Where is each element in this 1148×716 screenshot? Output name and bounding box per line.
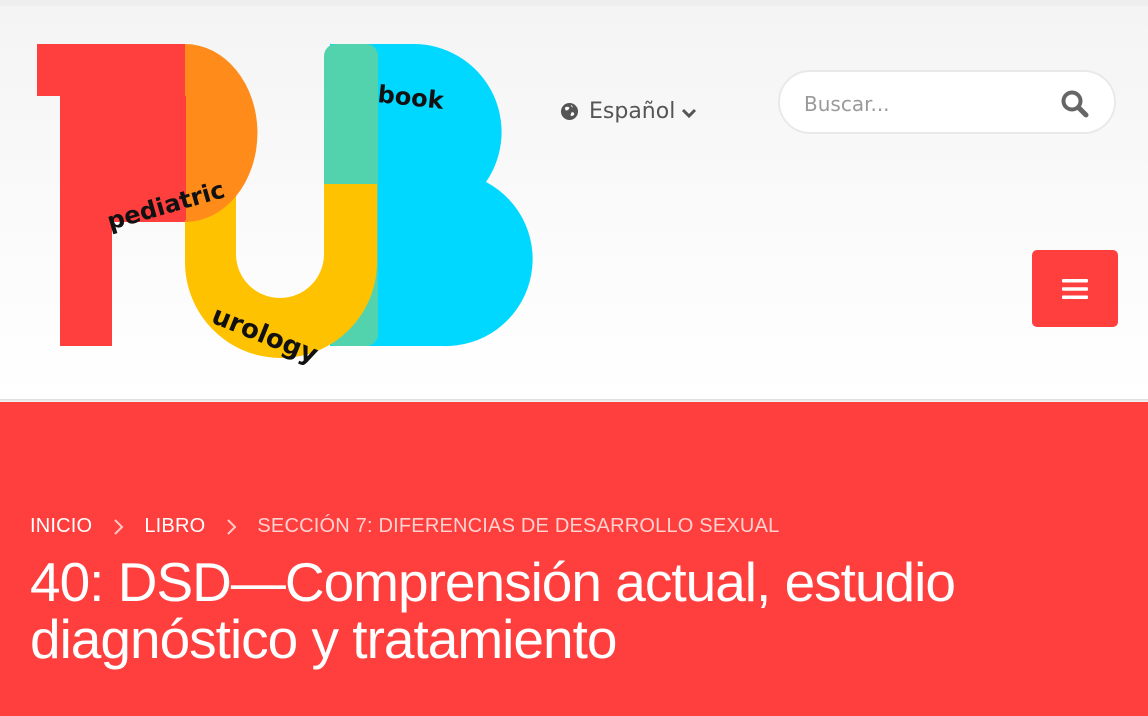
breadcrumb-current-section: SECCIÓN 7: DIFERENCIAS DE DESARROLLO SEX… [257, 515, 780, 537]
language-selector[interactable]: Español [560, 94, 697, 128]
pub-logo-graphic: pediatric urology book [37, 44, 533, 370]
site-logo[interactable]: pediatric urology book [30, 44, 540, 374]
chevron-right-icon [227, 518, 237, 535]
search-box [778, 70, 1116, 134]
hamburger-icon [1062, 278, 1088, 299]
page-hero: INICIO LIBRO SECCIÓN 7: DIFERENCIAS DE D… [0, 402, 1148, 716]
breadcrumb-home[interactable]: INICIO [30, 515, 92, 538]
globe-icon [560, 102, 579, 120]
chevron-down-icon [682, 108, 697, 119]
chevron-right-icon [114, 518, 124, 535]
site-header: pediatric urology book Español [0, 6, 1148, 400]
search-icon[interactable] [1060, 89, 1090, 119]
page-title: 40: DSD—Comprensión actual, estudio diag… [30, 551, 956, 670]
search-input[interactable] [802, 84, 1046, 124]
breadcrumb: INICIO LIBRO SECCIÓN 7: DIFERENCIAS DE D… [30, 515, 779, 538]
language-label: Español [589, 98, 676, 124]
menu-button[interactable] [1032, 250, 1118, 327]
breadcrumb-book[interactable]: LIBRO [144, 515, 205, 538]
